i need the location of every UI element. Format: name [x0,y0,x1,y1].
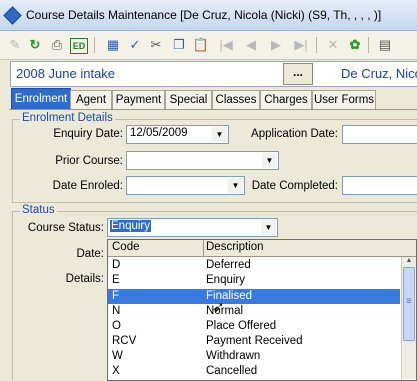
code-cell: D [112,259,121,271]
dropdown-scrollbar[interactable]: ▲ [401,257,416,379]
browse-button[interactable]: ... [283,63,313,85]
code-cell: X [112,365,120,377]
course-status-label: Course Status: [27,222,104,234]
chevron-down-icon[interactable]: ▼ [261,220,276,235]
toolbar-separator [368,37,369,53]
previous-record-icon[interactable]: ◀ [242,36,260,54]
list-item[interactable]: N Normal [108,304,400,319]
column-header-code: Code [112,241,140,253]
toolbar: ✎ ↻ ⎙ ED ▦ ✓ ✂ ❐ 📋 |◀ ◀ ▶ ▶| ✕ ✿ ▤ [0,31,417,60]
refresh-icon[interactable]: ↻ [26,36,44,54]
last-record-icon[interactable]: ▶| [292,36,310,54]
columns-icon[interactable]: ▤ [376,36,394,54]
app-icon [3,6,22,25]
code-cell: F [112,290,120,302]
list-item[interactable]: W Withdrawn [108,349,400,364]
enrolment-details-legend: Enrolment Details [20,112,115,124]
find-icon[interactable]: ✿ [346,36,364,54]
enquiry-date-label: Enquiry Date: [53,128,123,140]
chevron-down-icon[interactable]: ▼ [262,153,277,168]
application-date-field[interactable] [342,125,417,144]
tab-special[interactable]: Special [165,90,212,109]
cut-icon[interactable]: ✂ [147,36,165,54]
date-enroled-field[interactable]: ▼ [126,176,245,195]
course-status-select[interactable]: Enquiry ▼ [107,218,278,237]
title-bar: Course Details Maintenance [De Cruz, Nic… [0,0,417,31]
print-icon[interactable]: ⎙ [48,36,66,54]
window-title: Course Details Maintenance [De Cruz, Nic… [26,8,382,22]
description-cell: Payment Received [206,335,303,347]
list-item[interactable]: O Place Offered [108,319,400,334]
toolbar-separator [316,37,317,53]
paste-icon[interactable]: 📋 [192,36,210,54]
list-item-highlighted[interactable]: F Finalised [108,289,400,304]
delete-icon[interactable]: ✕ [324,36,342,54]
date-enroled-label: Date Enroled: [52,180,123,192]
enquiry-date-field[interactable]: 12/05/2009 ▼ [126,125,229,144]
code-cell: N [112,305,121,317]
list-item[interactable]: D Deferred [108,258,400,273]
date-completed-field[interactable] [342,176,417,195]
mouse-pointer-icon: ➶ [212,299,225,316]
chevron-down-icon[interactable]: ▼ [212,127,227,142]
scroll-up-icon[interactable]: ▲ [403,257,415,266]
tab-enrolment[interactable]: Enrolment [11,88,71,110]
status-details-label: Details: [65,273,104,285]
tab-user-forms[interactable]: User Forms [312,90,376,109]
intake-bar: 2008 June intake ... De Cruz, Nicola [10,61,417,87]
description-cell: Deferred [206,259,251,271]
course-status-dropdown[interactable]: Code Description D Deferred E Enquiry F … [107,239,417,381]
description-cell: Place Offered [206,320,277,332]
enquiry-date-value: 12/05/2009 [130,127,188,139]
spellcheck-icon[interactable]: ✓ [126,36,144,54]
description-cell: Withdrawn [206,350,261,362]
code-cell: E [112,274,120,286]
scrollbar-thumb[interactable] [403,267,415,341]
tab-charges[interactable]: Charges [260,90,312,109]
first-record-icon[interactable]: |◀ [217,36,235,54]
toolbar-separator [94,37,95,53]
intake-value: 2008 June intake [16,66,116,81]
tab-classes[interactable]: Classes [212,90,260,109]
column-header-description: Description [206,241,264,253]
column-divider [203,240,204,256]
ed-icon[interactable]: ED [70,38,88,54]
prior-course-label: Prior Course: [55,155,123,167]
list-item[interactable]: X Cancelled [108,364,400,379]
calculator-icon[interactable]: ▦ [104,36,122,54]
student-name: De Cruz, Nicola [341,66,417,81]
edit-icon[interactable]: ✎ [6,36,24,54]
date-completed-label: Date Completed: [251,180,338,192]
prior-course-select[interactable]: ▼ [126,151,279,170]
description-cell: Cancelled [206,365,258,377]
description-cell: Enquiry [206,274,245,286]
status-date-label: Date: [76,248,105,260]
next-record-icon[interactable]: ▶ [267,36,285,54]
chevron-down-icon[interactable]: ▼ [228,178,243,193]
list-item[interactable]: E Enquiry [108,273,400,288]
tab-agent[interactable]: Agent [70,90,112,109]
application-date-label: Application Date: [251,128,338,140]
tab-payment[interactable]: Payment [112,90,165,109]
code-cell: W [112,350,123,362]
status-legend: Status [20,204,57,216]
code-cell: RCV [112,335,137,347]
dropdown-header: Code Description [108,240,416,257]
course-status-value: Enquiry [110,220,151,232]
code-cell: O [112,320,121,332]
list-item[interactable]: RCV Payment Received [108,334,400,349]
copy-icon[interactable]: ❐ [170,36,188,54]
